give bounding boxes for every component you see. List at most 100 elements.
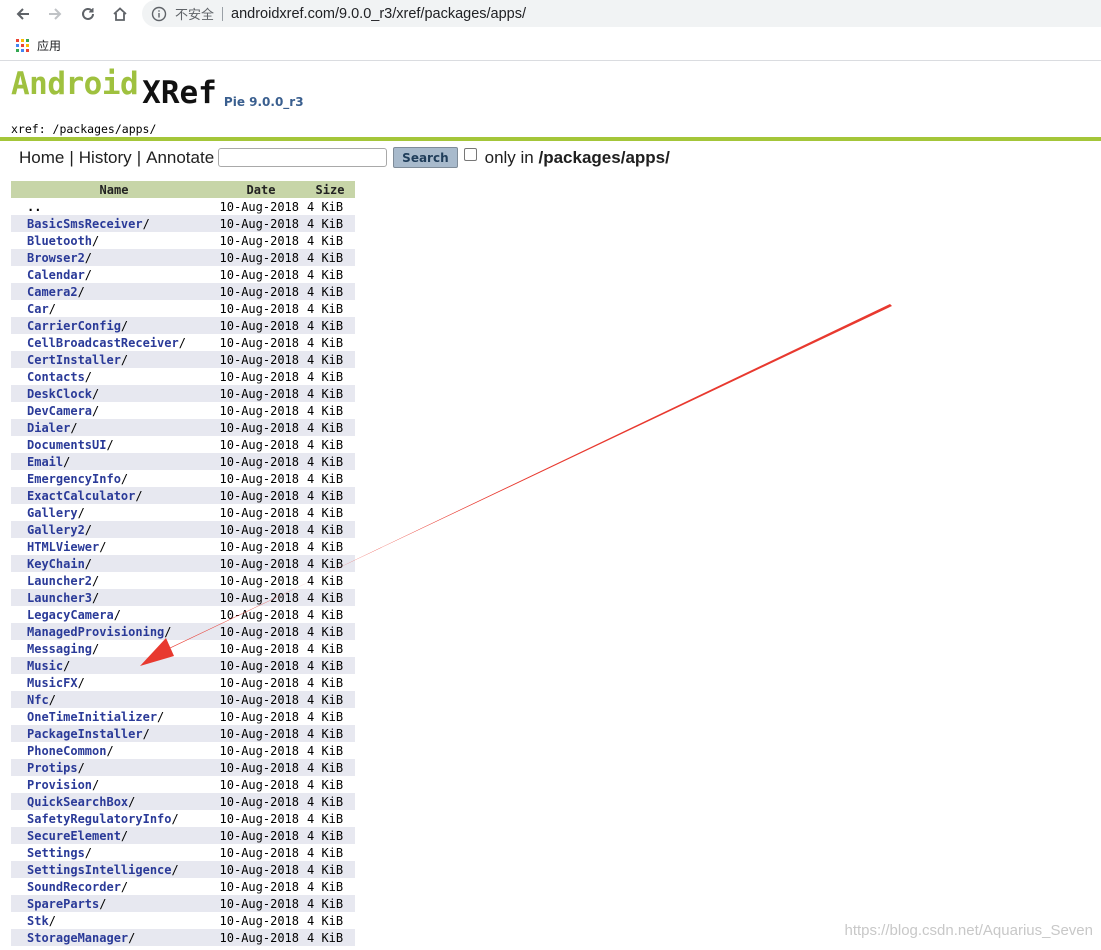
row-date-cell: 10-Aug-2018 [217, 283, 305, 300]
directory-link[interactable]: ManagedProvisioning [27, 625, 164, 639]
directory-link[interactable]: KeyChain [27, 557, 85, 571]
menu-separator: | [136, 147, 142, 167]
directory-link[interactable]: Provision [27, 778, 92, 792]
row-name-cell: PhoneCommon/ [11, 742, 217, 759]
directory-link[interactable]: EmergencyInfo [27, 472, 121, 486]
directory-link[interactable]: SecureElement [27, 829, 121, 843]
row-name-cell: CarrierConfig/ [11, 317, 217, 334]
trailing-slash: / [99, 539, 107, 554]
directory-link[interactable]: Gallery2 [27, 523, 85, 537]
directory-link[interactable]: SettingsIntelligence [27, 863, 172, 877]
directory-link[interactable]: Dialer [27, 421, 70, 435]
trailing-slash: / [92, 386, 100, 401]
row-size-cell: 4 KiB [307, 403, 344, 418]
directory-link[interactable]: SafetyRegulatoryInfo [27, 812, 172, 826]
breadcrumb[interactable]: xref: /packages/apps/ [11, 122, 156, 136]
directory-link[interactable]: Calendar [27, 268, 85, 282]
search-button[interactable]: Search [393, 147, 458, 168]
directory-link[interactable]: Protips [27, 761, 78, 775]
directory-link[interactable]: Gallery [27, 506, 78, 520]
annotate-link[interactable]: Annotate [146, 148, 214, 168]
androidxref-logo[interactable]: Android XRef Pie 9.0.0_r3 [11, 66, 304, 111]
row-size-cell: 4 KiB [305, 385, 355, 402]
row-name-cell: DevCamera/ [11, 402, 217, 419]
url-text[interactable]: androidxref.com/9.0.0_r3/xref/packages/a… [231, 6, 526, 22]
directory-link[interactable]: QuickSearchBox [27, 795, 128, 809]
directory-link[interactable]: OneTimeInitializer [27, 710, 157, 724]
directory-link[interactable]: LegacyCamera [27, 608, 114, 622]
parent-dir-link[interactable]: .. [27, 200, 41, 214]
table-row: Calendar/10-Aug-2018 4 KiB [11, 266, 355, 283]
directory-link[interactable]: Settings [27, 846, 85, 860]
search-input[interactable] [218, 148, 388, 167]
row-size-cell: 4 KiB [305, 283, 355, 300]
version-label[interactable]: Pie 9.0.0_r3 [224, 95, 304, 109]
table-row: Music/10-Aug-2018 4 KiB [11, 657, 355, 674]
row-size-cell: 4 KiB [307, 777, 344, 792]
directory-link[interactable]: PackageInstaller [27, 727, 143, 741]
directory-link[interactable]: Bluetooth [27, 234, 92, 248]
reload-icon[interactable] [78, 4, 98, 24]
row-size-cell: 4 KiB [305, 793, 355, 810]
directory-link[interactable]: HTMLViewer [27, 540, 99, 554]
apps-shortcut[interactable]: 应用 [16, 37, 61, 54]
directory-link[interactable]: Stk [27, 914, 49, 928]
history-link[interactable]: History [79, 148, 132, 168]
directory-link[interactable]: CertInstaller [27, 353, 121, 367]
trailing-slash: / [120, 471, 129, 486]
address-bar[interactable]: 不安全 androidxref.com/9.0.0_r3/xref/packag… [142, 0, 1101, 27]
directory-link[interactable]: Music [27, 659, 63, 673]
table-row: Browser2/10-Aug-2018 4 KiB [11, 249, 355, 266]
table-row: Launcher2/10-Aug-2018 4 KiB [11, 572, 355, 589]
directory-link[interactable]: Contacts [27, 370, 85, 384]
directory-link[interactable]: DeskClock [27, 387, 92, 401]
column-header-size[interactable]: Size [305, 181, 355, 198]
row-date-cell: 10-Aug-2018 [217, 385, 305, 402]
directory-link[interactable]: DevCamera [27, 404, 92, 418]
directory-link[interactable]: Messaging [27, 642, 92, 656]
directory-link[interactable]: PhoneCommon [27, 744, 106, 758]
row-date-cell: 10-Aug-2018 [217, 419, 305, 436]
directory-link[interactable]: SpareParts [27, 897, 99, 911]
row-size-cell: 4 KiB [305, 555, 355, 572]
directory-link[interactable]: MusicFX [27, 676, 78, 690]
directory-link[interactable]: BasicSmsReceiver [27, 217, 143, 231]
directory-link[interactable]: DocumentsUI [27, 438, 106, 452]
directory-link[interactable]: CarrierConfig [27, 319, 121, 333]
directory-link[interactable]: Camera2 [27, 285, 78, 299]
back-arrow-icon[interactable] [13, 4, 33, 24]
column-header-name[interactable]: Name [11, 181, 217, 198]
directory-link[interactable]: ExactCalculator [27, 489, 135, 503]
row-name-cell: Calendar/ [11, 266, 217, 283]
trailing-slash: / [120, 828, 129, 843]
forward-arrow-icon[interactable] [45, 4, 65, 24]
trailing-slash: / [63, 454, 71, 469]
header-divider [0, 137, 1101, 141]
row-date-cell: 10-Aug-2018 [219, 675, 299, 690]
home-icon[interactable] [110, 4, 130, 24]
directory-link[interactable]: Car [27, 302, 49, 316]
column-header-date[interactable]: Date [217, 181, 305, 198]
row-size-cell: 4 KiB [305, 657, 355, 674]
trailing-slash: / [77, 284, 85, 299]
navigation-menu: Home | History | Annotate Search only in… [19, 147, 670, 168]
only-in-checkbox[interactable] [463, 148, 477, 161]
table-row: PhoneCommon/10-Aug-2018 4 KiB [11, 742, 355, 759]
directory-link[interactable]: Launcher3 [27, 591, 92, 605]
directory-link[interactable]: Email [27, 455, 63, 469]
table-row: LegacyCamera/10-Aug-2018 4 KiB [11, 606, 355, 623]
directory-link[interactable]: SoundRecorder [27, 880, 121, 894]
home-link[interactable]: Home [19, 148, 64, 168]
row-date-cell: 10-Aug-2018 [219, 471, 299, 486]
info-icon[interactable] [151, 6, 167, 22]
trailing-slash: / [178, 335, 186, 350]
directory-link[interactable]: Launcher2 [27, 574, 92, 588]
directory-link[interactable]: Browser2 [27, 251, 85, 265]
table-row: HTMLViewer/10-Aug-2018 4 KiB [11, 538, 355, 555]
row-date-cell: 10-Aug-2018 [219, 743, 299, 758]
directory-link[interactable]: Nfc [27, 693, 49, 707]
row-date-cell: 10-Aug-2018 [217, 453, 305, 470]
directory-link[interactable]: StorageManager [27, 931, 128, 945]
directory-link[interactable]: CellBroadcastReceiver [27, 336, 179, 350]
table-row: Gallery2/10-Aug-2018 4 KiB [11, 521, 355, 538]
